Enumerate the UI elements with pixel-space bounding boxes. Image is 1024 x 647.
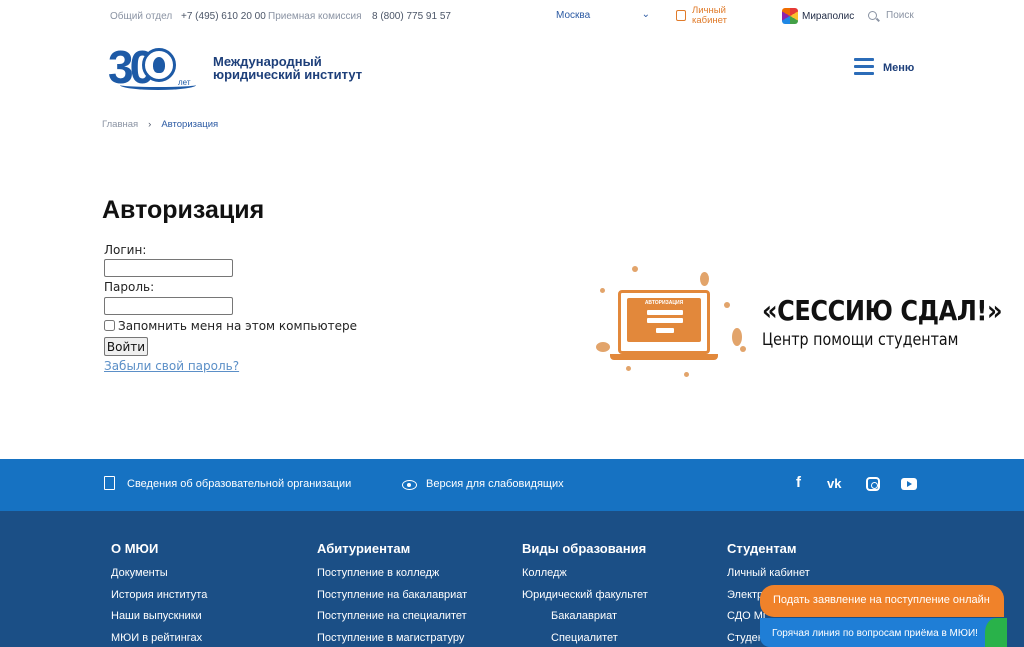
breadcrumb-home[interactable]: Главная (102, 119, 138, 130)
breadcrumb: Главная › Авторизация (102, 119, 218, 130)
password-label: Пароль: (104, 280, 155, 294)
footer-heading[interactable]: Студентам (727, 541, 810, 556)
footer-column-about: О МЮИ Документы История института Наши в… (111, 541, 207, 647)
login-button[interactable]: Войти (104, 337, 148, 356)
institute-logo[interactable]: 30 лет (108, 41, 200, 94)
laptop-screen-title: АВТОРИЗАЦИЯ (644, 300, 684, 306)
footer-link[interactable]: Колледж (522, 567, 648, 589)
instagram-icon[interactable] (866, 477, 880, 491)
document-search-icon (104, 476, 115, 490)
footer-heading[interactable]: Виды образования (522, 541, 648, 556)
admission-label: Приемная комиссия (268, 11, 362, 22)
mirapolis-label: Мираполис (802, 11, 855, 22)
breadcrumb-current: Авторизация (161, 119, 219, 130)
top-bar: Общий отдел +7 (495) 610 20 00 Приемная … (0, 0, 1024, 34)
apply-online-button[interactable]: Подать заявление на поступление онлайн (760, 585, 1004, 617)
city-value: Москва (556, 10, 591, 21)
footer-link[interactable]: МЮИ в рейтингах (111, 632, 207, 647)
search-icon (868, 11, 877, 20)
remember-label: Запомнить меня на этом компьютере (118, 319, 357, 333)
low-vision-link[interactable]: Версия для слабовидящих (426, 478, 564, 490)
vk-icon[interactable]: vk (827, 476, 841, 491)
institute-name[interactable]: Международный юридический институт (213, 55, 362, 81)
password-input[interactable] (104, 297, 233, 315)
eye-icon (402, 480, 417, 490)
login-label: Логин: (104, 243, 147, 257)
footer-link[interactable]: Наши выпускники (111, 610, 207, 632)
mirapolis-logo-icon (782, 8, 798, 24)
footer-column-applicants: Абитуриентам Поступление в колледж Посту… (317, 541, 467, 647)
whatsapp-icon[interactable] (985, 618, 1007, 647)
info-strip: Сведения об образовательной организации … (0, 459, 1024, 511)
footer-link[interactable]: Специалитет (522, 632, 648, 647)
footer-heading[interactable]: Абитуриентам (317, 541, 467, 556)
menu-label: Меню (883, 62, 915, 74)
promo-headline: «СЕССИЮ СДАЛ!» (762, 294, 1003, 327)
search-label: Поиск (886, 10, 914, 21)
org-info-link[interactable]: Сведения об образовательной организации (127, 478, 351, 490)
city-selector[interactable]: Москва ⌄ (556, 9, 650, 21)
logo-years: лет (178, 78, 191, 87)
page-title: Авторизация (102, 196, 265, 224)
facebook-icon[interactable]: f (796, 474, 801, 491)
chevron-down-icon: ⌄ (641, 9, 650, 20)
hotline-chat-button[interactable]: Горячая линия по вопросам приёма в МЮИ! (760, 618, 1004, 647)
login-input[interactable] (104, 259, 233, 277)
footer-link[interactable]: Юридический факультет (522, 589, 648, 611)
account-label-line2: кабинет (692, 15, 727, 26)
footer-column-education: Виды образования Колледж Юридический фак… (522, 541, 648, 647)
footer-link[interactable]: Поступление в магистратуру (317, 632, 467, 647)
footer-link[interactable]: Документы (111, 567, 207, 589)
remember-checkbox[interactable] (104, 320, 115, 331)
promo-subheadline: Центр помощи студентам (762, 330, 959, 350)
student-help-banner[interactable]: АВТОРИЗАЦИЯ «СЕССИЮ СДАЛ!» Центр помощи … (596, 266, 1003, 384)
account-icon (676, 10, 686, 21)
remember-me[interactable]: Запомнить меня на этом компьютере (104, 319, 357, 333)
hamburger-icon (854, 58, 874, 76)
admission-phone[interactable]: 8 (800) 775 91 57 (372, 11, 451, 22)
laptop-illustration: АВТОРИЗАЦИЯ (618, 290, 710, 354)
footer-heading[interactable]: О МЮИ (111, 541, 207, 556)
footer-link[interactable]: Бакалавриат (522, 610, 648, 632)
footer-link[interactable]: Поступление на бакалавриат (317, 589, 467, 611)
general-dept-phone[interactable]: +7 (495) 610 20 00 (181, 11, 266, 22)
forgot-password-link[interactable]: Забыли свой пароль? (104, 359, 239, 373)
breadcrumb-separator: › (148, 119, 152, 130)
emblem-icon (142, 48, 176, 82)
footer-link[interactable]: История института (111, 589, 207, 611)
general-dept-label: Общий отдел (110, 11, 173, 22)
footer-link[interactable]: Поступление на специалитет (317, 610, 467, 632)
footer-link[interactable]: Поступление в колледж (317, 567, 467, 589)
youtube-icon[interactable] (901, 478, 917, 490)
